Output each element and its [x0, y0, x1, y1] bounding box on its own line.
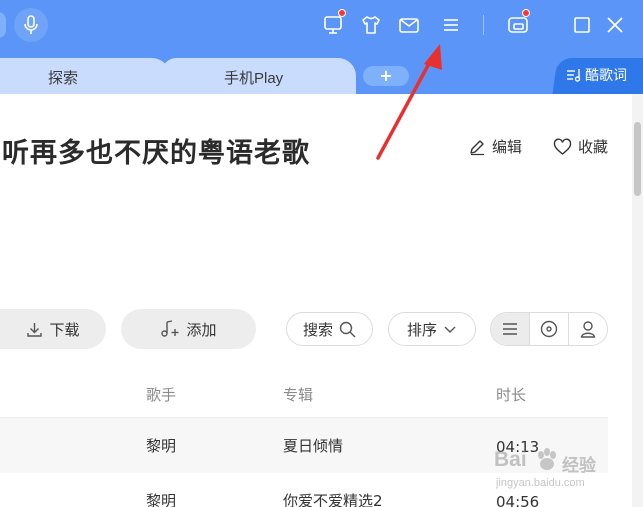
chevron-down-icon — [444, 326, 456, 333]
close-button[interactable] — [603, 13, 627, 37]
column-header-artist[interactable]: 歌手 — [146, 384, 176, 405]
watermark-url: jingyan.baidu.com — [496, 477, 585, 489]
paw-icon — [538, 448, 556, 470]
lyrics-tab-label: 酷歌词 — [585, 67, 627, 83]
tab-label: 手机Play — [224, 70, 284, 87]
tab-explore[interactable]: 探索 — [0, 58, 170, 94]
download-icon — [27, 322, 43, 337]
back-control[interactable] — [0, 12, 6, 38]
add-button[interactable]: 添加 — [121, 309, 256, 349]
artist-cell[interactable]: 黎明 — [146, 490, 176, 507]
view-artist-button[interactable] — [569, 313, 607, 345]
messages-button[interactable] — [397, 13, 421, 37]
tshirt-icon — [362, 16, 380, 34]
watermark-brand-suffix: 经验 — [562, 456, 596, 475]
download-label: 下载 — [49, 320, 80, 339]
titlebar-divider — [483, 15, 484, 35]
tab-mobile-play[interactable]: 手机Play — [162, 58, 356, 94]
watermark-brand: Bai — [494, 448, 527, 471]
favorite-button[interactable]: 收藏 — [553, 136, 608, 157]
album-cell[interactable]: 你爱不爱精选2 — [283, 490, 383, 507]
voice-search-button[interactable] — [14, 8, 48, 42]
album-cell[interactable]: 夏日倾情 — [283, 435, 343, 456]
lyrics-tab[interactable]: 酷歌词 — [566, 65, 627, 85]
main-menu-button[interactable] — [439, 13, 463, 37]
music-list-icon — [567, 69, 581, 82]
maximize-button[interactable] — [570, 13, 594, 37]
disc-icon — [540, 320, 558, 338]
heart-icon — [553, 138, 572, 155]
user-icon — [580, 321, 596, 338]
menu-icon — [444, 19, 458, 31]
sort-label: 排序 — [406, 320, 437, 339]
tab-bar: 探索 手机Play + 酷歌词 — [0, 52, 643, 94]
mail-icon — [399, 18, 419, 33]
page-title: 听再多也不厌的粤语老歌 — [2, 138, 310, 169]
view-album-button[interactable] — [530, 313, 569, 345]
search-label: 搜索 — [302, 320, 333, 339]
title-bar — [0, 0, 643, 52]
add-label: 添加 — [186, 320, 217, 339]
skin-button[interactable] — [359, 13, 383, 37]
search-icon — [339, 321, 356, 337]
tab-label: 探索 — [48, 70, 79, 87]
artist-cell[interactable]: 黎明 — [146, 435, 176, 456]
edit-button[interactable]: 编辑 — [468, 136, 522, 157]
sort-dropdown[interactable]: 排序 — [388, 312, 476, 346]
list-icon — [503, 323, 517, 335]
annotation-arrow — [376, 44, 442, 160]
download-button[interactable]: 下载 — [0, 309, 106, 349]
close-icon — [607, 17, 623, 33]
notification-dot — [338, 9, 346, 17]
search-button[interactable]: 搜索 — [286, 312, 373, 346]
scrollbar-thumb[interactable] — [634, 122, 641, 196]
favorite-label: 收藏 — [578, 138, 609, 156]
view-list-button[interactable] — [491, 313, 530, 345]
pencil-icon — [470, 139, 484, 155]
baidu-jingyan-watermark: Bai 经验 jingyan.baidu.com — [486, 440, 610, 502]
column-header-album[interactable]: 专辑 — [283, 384, 313, 405]
microphone-icon — [24, 15, 38, 34]
view-mode-switch — [490, 312, 608, 346]
notification-dot — [522, 9, 530, 17]
maximize-icon — [574, 17, 590, 33]
column-header-duration[interactable]: 时长 — [496, 384, 526, 405]
music-add-icon — [161, 320, 179, 337]
edit-label: 编辑 — [492, 138, 523, 156]
